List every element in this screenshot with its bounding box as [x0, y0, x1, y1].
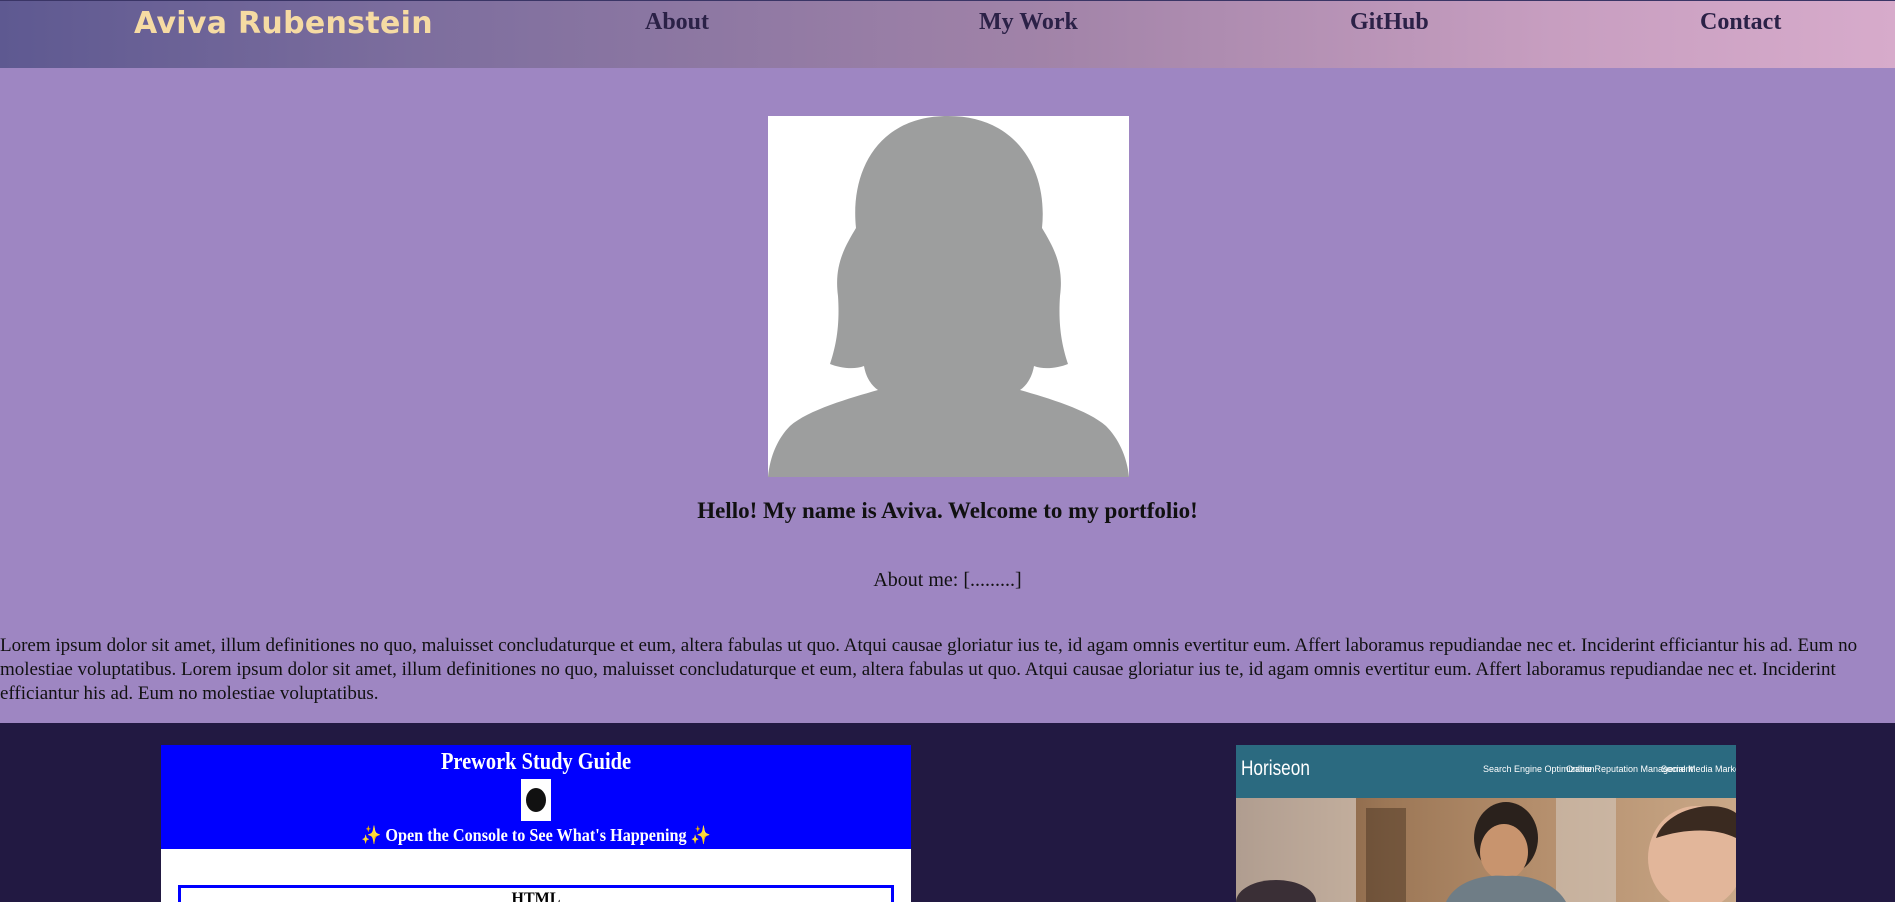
- nav-link-about[interactable]: About: [645, 9, 709, 36]
- brand-name[interactable]: Aviva Rubenstein: [134, 6, 433, 41]
- sparkle-icon: ✨: [361, 825, 382, 845]
- bio-paragraph: Lorem ipsum dolor sit amet, illum defini…: [0, 635, 1858, 704]
- prework-banner: Prework Study Guide ✨ Open the Console t…: [161, 745, 911, 849]
- profile-photo: [768, 116, 1129, 477]
- person-silhouette-icon: [768, 116, 1129, 477]
- horiseon-logo: Horiseon: [1241, 757, 1310, 780]
- project-card-prework-study-guide[interactable]: Prework Study Guide ✨ Open the Console t…: [161, 745, 911, 902]
- greeting-heading: Hello! My name is Aviva. Welcome to my p…: [697, 498, 1198, 523]
- work-section: Prework Study Guide ✨ Open the Console t…: [0, 723, 1895, 902]
- horiseon-hero-photo: [1236, 798, 1736, 902]
- prework-section-box: HTML: [178, 885, 894, 902]
- nav-link-my-work[interactable]: My Work: [979, 9, 1078, 36]
- horiseon-header: Horiseon Search Engine Optimization Onli…: [1236, 745, 1736, 798]
- project-card-horiseon[interactable]: Horiseon Search Engine Optimization Onli…: [1236, 745, 1736, 902]
- sparkle-icon: ✨: [690, 825, 711, 845]
- nav-link-contact[interactable]: Contact: [1700, 9, 1781, 36]
- prework-title: Prework Study Guide: [440, 749, 632, 775]
- about-me-text: About me: [.........]: [873, 569, 1022, 591]
- prework-section-label: HTML: [511, 890, 561, 902]
- prework-subtitle-text: Open the Console to See What's Happening: [385, 825, 687, 845]
- nav-link-github[interactable]: GitHub: [1350, 9, 1429, 36]
- horiseon-nav-item: Social Media Marketing: [1661, 764, 1736, 774]
- site-header: Aviva Rubenstein About My Work GitHub Co…: [0, 0, 1895, 68]
- prework-subtitle: ✨ Open the Console to See What's Happeni…: [199, 825, 874, 846]
- about-section: Hello! My name is Aviva. Welcome to my p…: [0, 68, 1895, 723]
- prework-logo-icon: [521, 779, 551, 821]
